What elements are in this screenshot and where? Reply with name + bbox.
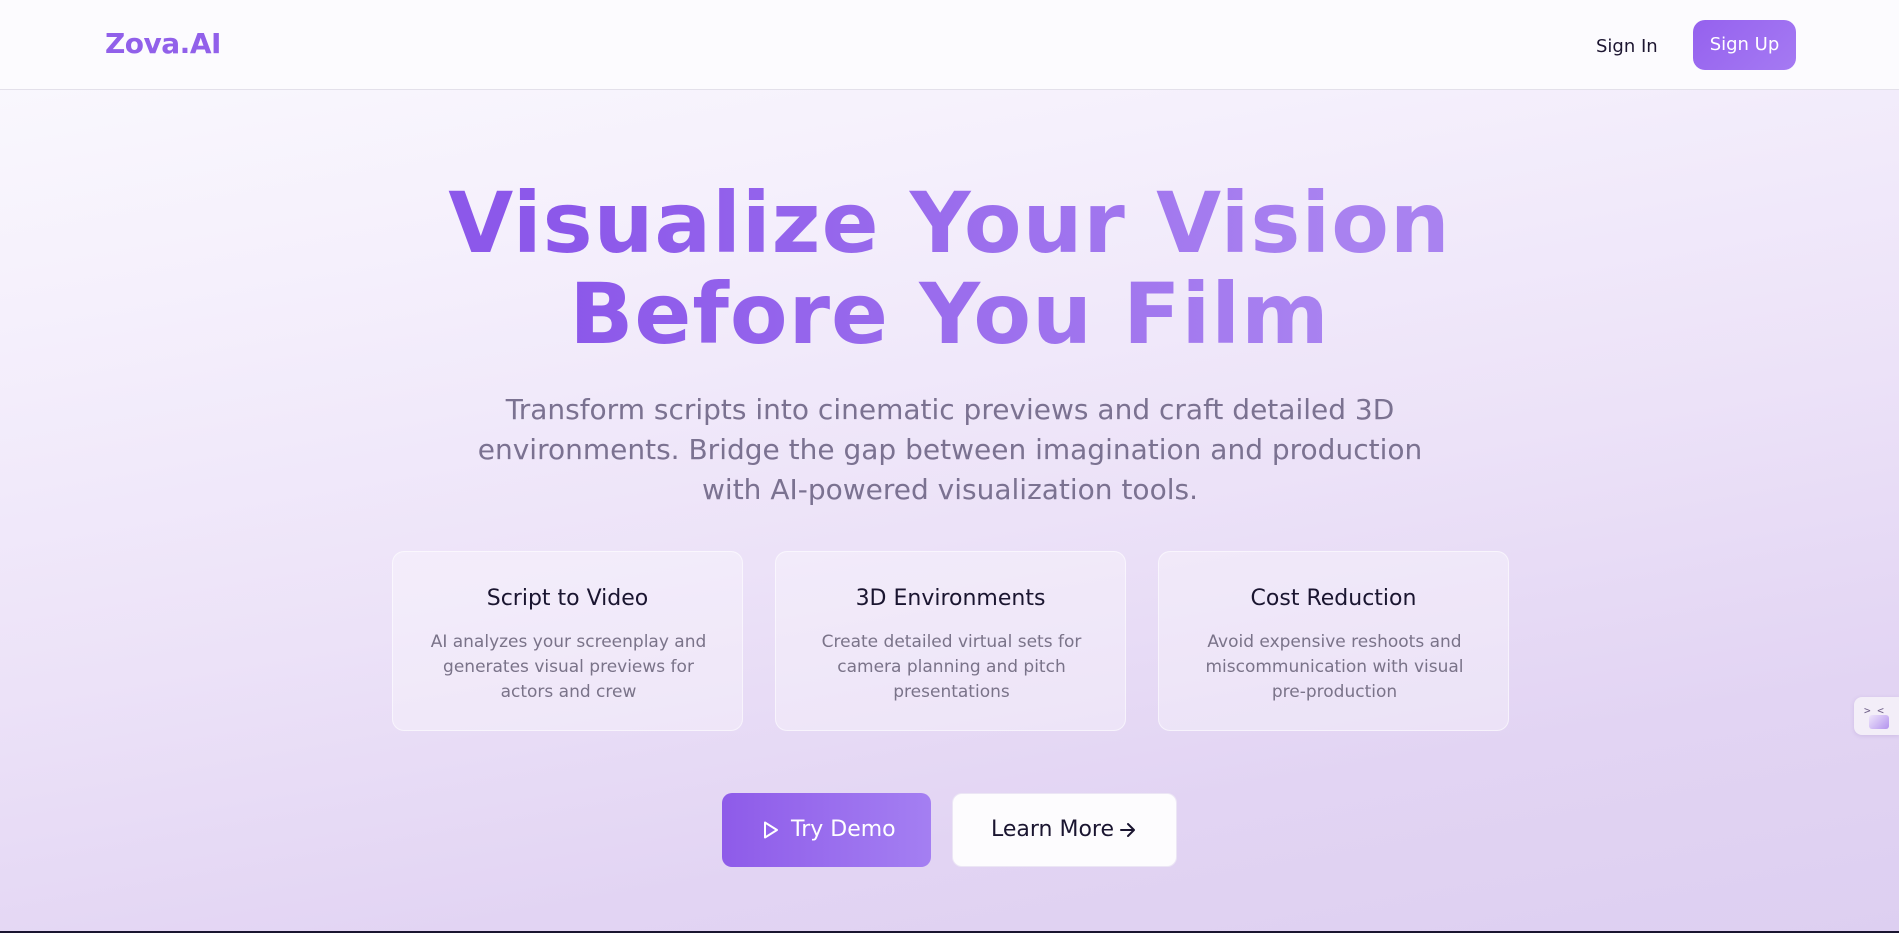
feature-card-title: 3D Environments [855, 586, 1046, 611]
feature-card-title: Script to Video [486, 586, 649, 611]
brand-logo[interactable]: Zova.AI [105, 27, 221, 60]
feature-card-title: Cost Reduction [1250, 586, 1417, 611]
learn-more-label: Learn More [991, 817, 1115, 842]
play-icon [764, 821, 778, 839]
feature-card-script-to-video: Script to Video AI analyzes your screenp… [392, 551, 743, 731]
feature-card-description: Avoid expensive reshoots and miscommunic… [1205, 632, 1464, 702]
feature-card-cost-reduction: Cost Reduction Avoid expensive reshoots … [1158, 551, 1509, 731]
sign-in-link[interactable]: Sign In [1596, 32, 1658, 62]
top-navbar: Zova.AI Sign In Sign Up [0, 0, 1899, 90]
feature-card-3d-environments: 3D Environments Create detailed virtual … [775, 551, 1126, 731]
widget-icon [1869, 715, 1889, 729]
hero-title-line-1: Visualize Your Vision [448, 174, 1451, 272]
try-demo-button[interactable]: Try Demo [722, 793, 931, 867]
side-widget-tab[interactable]: >_< [1854, 697, 1899, 735]
hero-subtitle: Transform scripts into cinematic preview… [477, 393, 1423, 506]
feature-card-description: AI analyzes your screenplay and generate… [430, 632, 707, 702]
learn-more-button[interactable]: Learn More [952, 793, 1177, 867]
try-demo-label: Try Demo [791, 817, 896, 842]
sign-up-button[interactable]: Sign Up [1693, 20, 1796, 70]
feature-cards: Script to Video AI analyzes your screenp… [392, 551, 1510, 731]
hero-title: Visualize Your Vision Before You Film [0, 178, 1899, 360]
feature-card-description: Create detailed virtual sets for camera … [821, 632, 1082, 702]
hero-title-line-2: Before You Film [569, 265, 1330, 363]
arrow-right-icon [1120, 823, 1135, 837]
